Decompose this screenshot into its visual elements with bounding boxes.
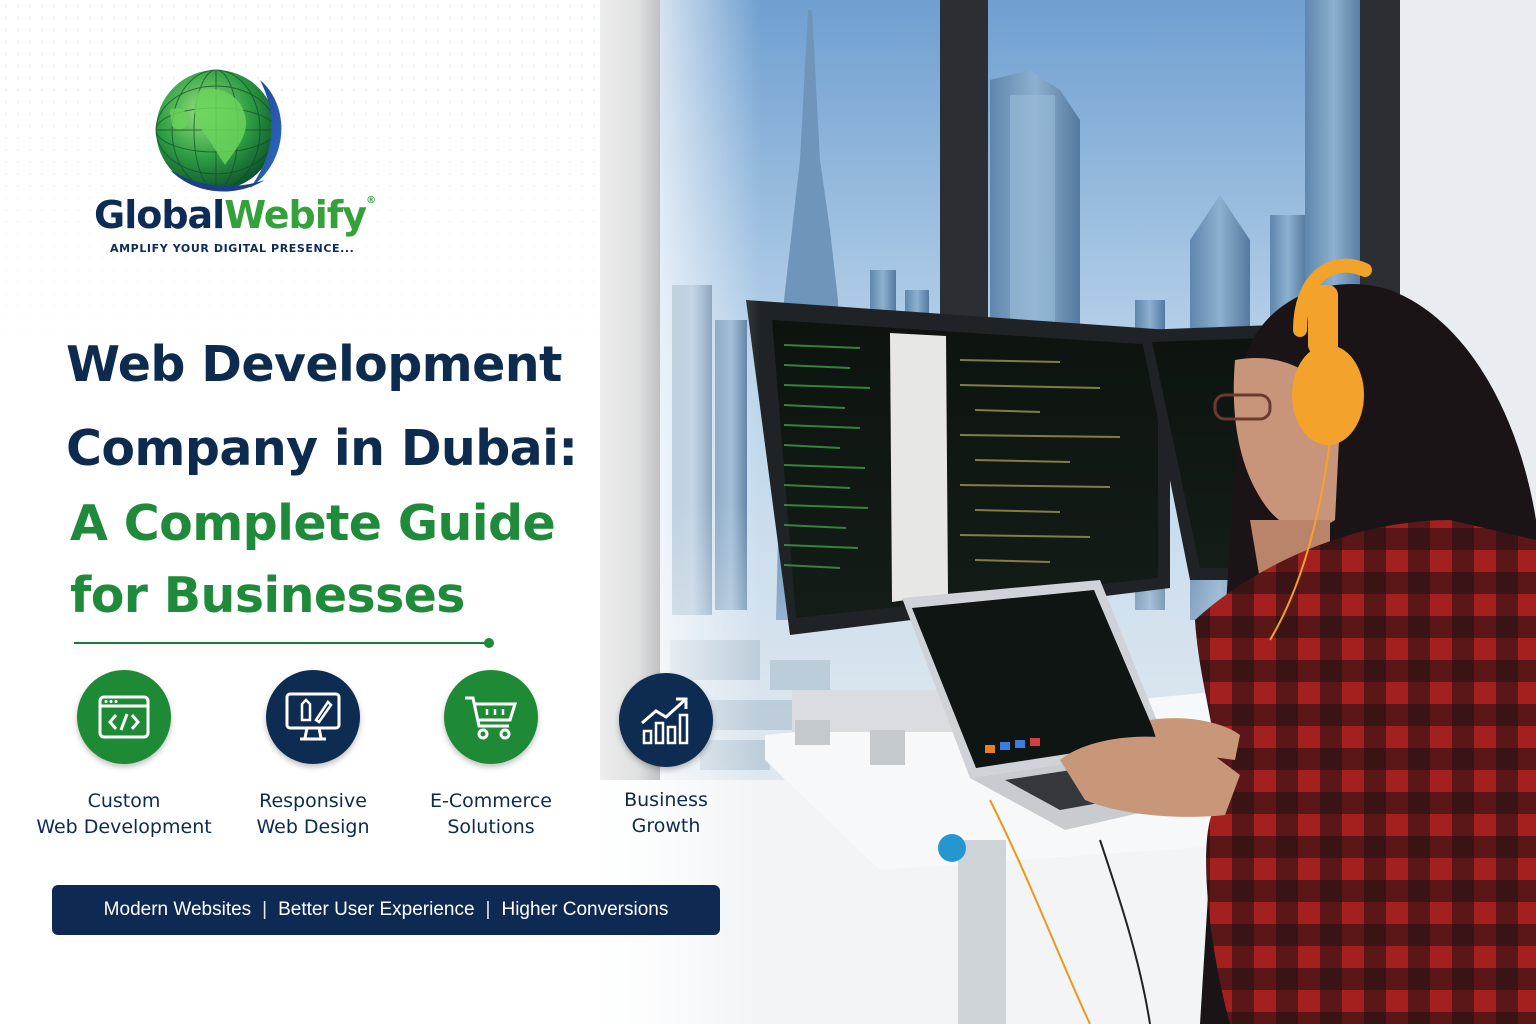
feature-business-growth: Business Growth <box>566 673 766 839</box>
feature-responsive-web-design: Responsive Web Design <box>213 670 413 840</box>
headline-line-1: Web Development <box>66 336 562 393</box>
feature-3-line-2: Solutions <box>447 816 535 838</box>
feature-4-line-2: Growth <box>631 815 701 837</box>
monitor-design-icon <box>266 670 360 764</box>
headline-divider <box>74 642 488 644</box>
benefit-higher-conversions: Higher Conversions <box>501 899 669 920</box>
feature-2-line-1: Responsive <box>259 790 367 812</box>
growth-chart-icon <box>619 673 713 767</box>
feature-1-line-2: Web Development <box>36 816 212 838</box>
benefits-banner: Modern Websites | Better User Experience… <box>52 885 720 935</box>
benefit-better-user-experience: Better User Experience <box>278 899 475 920</box>
feature-2-line-2: Web Design <box>256 816 370 838</box>
benefit-separator: | <box>485 899 491 920</box>
feature-4-line-1: Business <box>624 789 708 811</box>
divider-dot <box>484 638 494 648</box>
benefit-separator: | <box>262 899 268 920</box>
globe-logo-icon <box>155 69 282 192</box>
feature-3-line-1: E-Commerce <box>430 790 552 812</box>
brand-tagline: AMPLIFY YOUR DIGITAL PRESENCE... <box>110 242 355 255</box>
brand-name: GlobalWebify® <box>94 193 376 237</box>
headline-line-4: for Businesses <box>70 567 465 624</box>
benefit-modern-websites: Modern Websites <box>103 899 252 920</box>
trademark-symbol: ® <box>366 195 376 206</box>
feature-ecommerce-solutions: E-Commerce Solutions <box>391 670 591 840</box>
headline-line-2: Company in Dubai: <box>66 420 578 477</box>
feature-1-line-1: Custom <box>87 790 161 812</box>
shopping-cart-icon <box>444 670 538 764</box>
code-window-icon <box>77 670 171 764</box>
headline-line-3: A Complete Guide <box>70 495 556 552</box>
feature-custom-web-development: Custom Web Development <box>24 670 224 840</box>
